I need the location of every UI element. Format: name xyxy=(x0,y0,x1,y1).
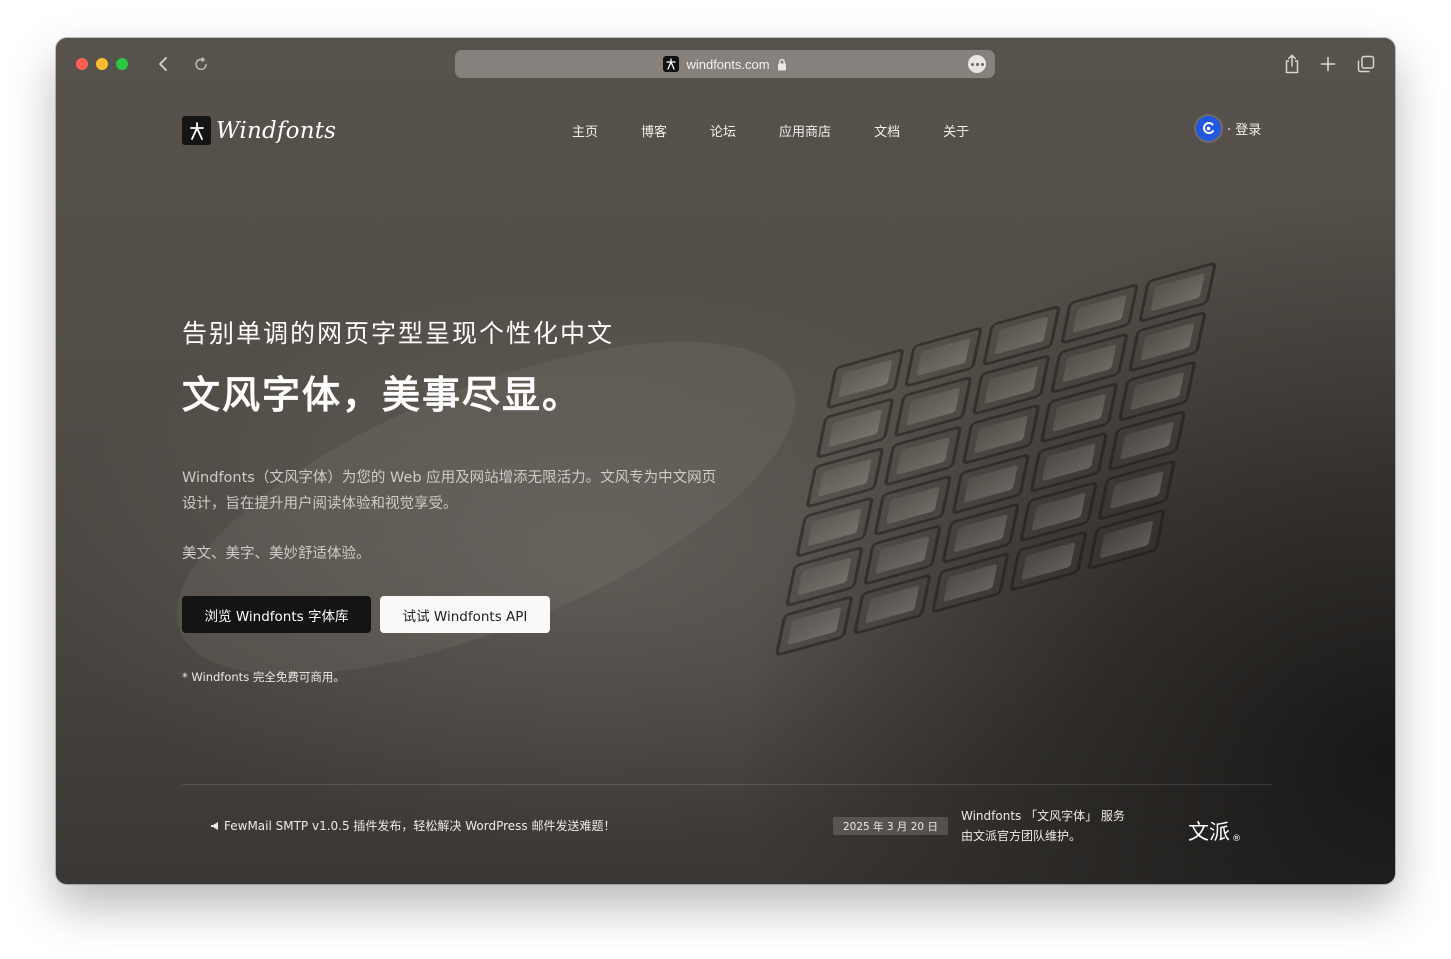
footer-divider xyxy=(182,784,1272,785)
ellipsis-icon[interactable] xyxy=(968,55,986,73)
site-header: Windfonts 主页 博客 论坛 应用商店 文档 关于 · 登录 xyxy=(56,90,1395,170)
new-tab-button[interactable] xyxy=(1316,52,1340,76)
user-avatar-icon xyxy=(1196,116,1221,141)
announcement-date: 2025 年 3 月 20 日 xyxy=(833,817,948,835)
lock-icon xyxy=(777,58,786,70)
chevron-left-icon xyxy=(159,57,167,71)
brand-text: 文派 xyxy=(1188,820,1230,844)
share-icon xyxy=(1285,54,1299,74)
nav-item-blog[interactable]: 博客 xyxy=(641,121,667,140)
browse-fonts-button[interactable]: 浏览 Windfonts 字体库 xyxy=(182,596,371,633)
nav-item-app-store[interactable]: 应用商店 xyxy=(779,121,831,140)
free-license-note: * Windfonts 完全免费可商用。 xyxy=(182,670,345,684)
service-line-2: 由文派官方团队维护。 xyxy=(961,829,1082,843)
try-api-button[interactable]: 试试 Windfonts API xyxy=(380,596,550,633)
login-link[interactable]: · 登录 xyxy=(1196,116,1261,141)
close-window-button[interactable] xyxy=(76,58,88,70)
service-info: Windfonts 「文风字体」 服务 由文派官方团队维护。 xyxy=(961,806,1125,846)
site-logo[interactable]: Windfonts xyxy=(182,116,336,145)
announcement-link[interactable]: FewMail SMTP v1.0.5 插件发布，轻松解决 WordPress … xyxy=(210,817,616,834)
zoom-window-button[interactable] xyxy=(116,58,128,70)
hero-buttons: 浏览 Windfonts 字体库 试试 Windfonts API xyxy=(182,596,802,633)
login-label: · 登录 xyxy=(1227,123,1262,138)
nav-item-about[interactable]: 关于 xyxy=(943,121,969,140)
minimize-window-button[interactable] xyxy=(96,58,108,70)
reload-button[interactable] xyxy=(189,52,213,76)
nav-item-forum[interactable]: 论坛 xyxy=(710,121,736,140)
nav-item-home[interactable]: 主页 xyxy=(572,121,598,140)
service-line-1: Windfonts 「文风字体」 服务 xyxy=(961,809,1125,823)
url-text: windfonts.com xyxy=(686,56,770,72)
back-button[interactable] xyxy=(151,52,175,76)
megaphone-icon xyxy=(211,821,218,830)
logo-text: Windfonts xyxy=(216,117,337,144)
site-favicon xyxy=(663,56,680,72)
windfonts-logo-icon xyxy=(182,116,211,145)
share-button[interactable] xyxy=(1280,52,1304,76)
wenpai-brand-logo[interactable]: 文派 ® xyxy=(1188,816,1241,846)
browser-window: windfonts.com Windfonts 主页 博客 论坛 应用商店 文档 xyxy=(56,38,1395,884)
plus-icon xyxy=(1320,56,1336,72)
hero-description: Windfonts（文风字体）为您的 Web 应用及网站增添无限活力。文风专为中… xyxy=(182,470,717,512)
reload-icon xyxy=(195,57,207,71)
hero-subtitle: 告别单调的网页字型呈现个性化中文 xyxy=(182,319,615,348)
brand-mark: ® xyxy=(1232,834,1241,844)
address-bar[interactable]: windfonts.com xyxy=(455,50,995,78)
hero-section: 告别单调的网页字型呈现个性化中文 文风字体，美事尽显。 Windfonts（文风… xyxy=(182,314,802,685)
window-controls xyxy=(76,58,128,70)
browser-toolbar: windfonts.com xyxy=(56,38,1395,90)
announcement-text: FewMail SMTP v1.0.5 插件发布，轻松解决 WordPress … xyxy=(224,819,616,833)
main-nav: 主页 博客 论坛 应用商店 文档 关于 xyxy=(572,121,1012,140)
hero-tagline: 美文、美字、美妙舒适体验。 xyxy=(182,546,371,562)
nav-item-docs[interactable]: 文档 xyxy=(874,121,900,140)
tabs-overview-icon xyxy=(1357,55,1375,73)
tab-overview-button[interactable] xyxy=(1354,52,1378,76)
hero-title: 文风字体，美事尽显。 xyxy=(182,373,583,417)
